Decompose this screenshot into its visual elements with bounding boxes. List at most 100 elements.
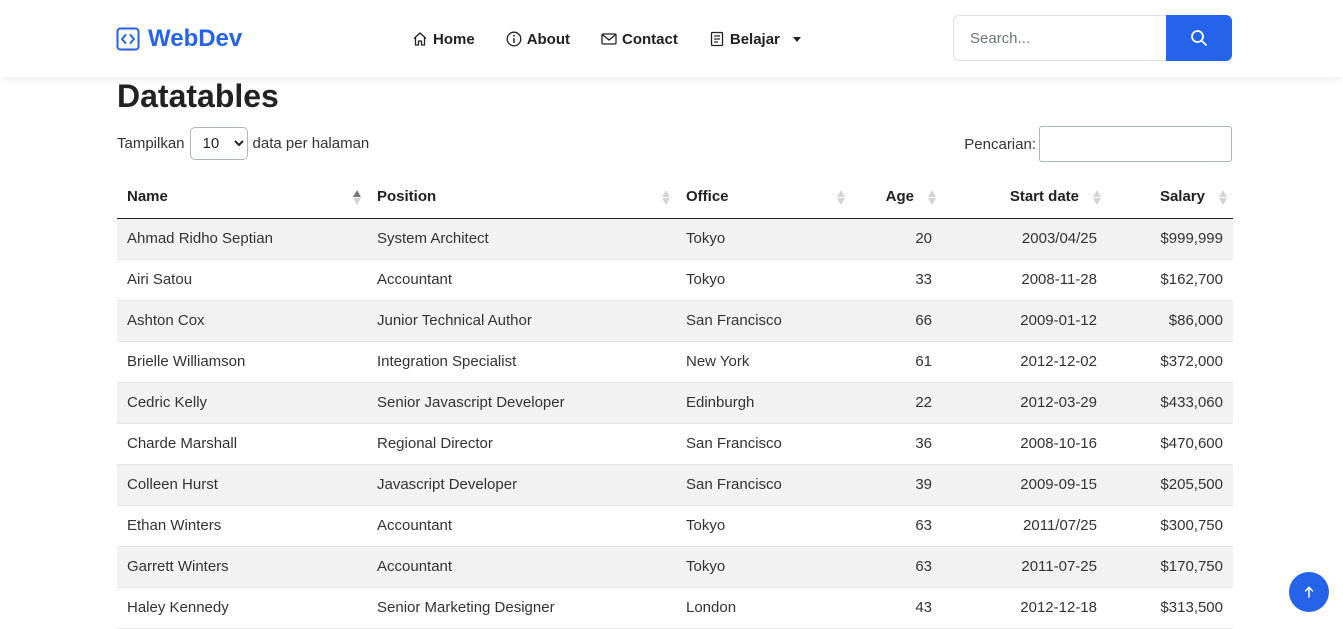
cell-position: Accountant <box>367 505 676 547</box>
table-row[interactable]: Airi Satou Accountant Tokyo 33 2008-11-2… <box>117 259 1233 301</box>
cell-position: Senior Javascript Developer <box>367 382 676 424</box>
cell-start-date: 2009-01-12 <box>942 300 1107 342</box>
sort-icon <box>928 188 936 206</box>
table-row[interactable]: Garrett Winters Accountant Tokyo 63 2011… <box>117 546 1233 588</box>
table-filter: Pencarian: <box>964 126 1232 162</box>
column-header-label: Position <box>377 188 437 206</box>
table-header-row: Name Position Office Age Start date Sala… <box>117 176 1233 219</box>
cell-start-date: 2008-10-16 <box>942 423 1107 465</box>
table-row[interactable]: Haley Kennedy Senior Marketing Designer … <box>117 587 1233 629</box>
cell-start-date: 2009-09-15 <box>942 464 1107 506</box>
filter-label: Pencarian: <box>964 135 1036 153</box>
cell-age: 22 <box>851 382 942 424</box>
cell-office: San Francisco <box>676 464 851 506</box>
page-length-select[interactable]: 10 <box>189 127 248 160</box>
scroll-to-top-button[interactable] <box>1289 572 1329 612</box>
table-row[interactable]: Ashton Cox Junior Technical Author San F… <box>117 300 1233 342</box>
table-row[interactable]: Charde Marshall Regional Director San Fr… <box>117 423 1233 465</box>
cell-salary: $999,999 <box>1107 218 1233 260</box>
sort-icon <box>662 188 670 206</box>
cell-age: 20 <box>851 218 942 260</box>
cell-name: Garrett Winters <box>117 546 367 588</box>
cell-age: 63 <box>851 505 942 547</box>
cell-name: Ethan Winters <box>117 505 367 547</box>
cell-name: Brielle Williamson <box>117 341 367 383</box>
code-icon <box>116 27 140 51</box>
column-header-name[interactable]: Name <box>117 176 367 219</box>
cell-office: Edinburgh <box>676 382 851 424</box>
cell-age: 33 <box>851 259 942 301</box>
home-icon <box>413 32 427 46</box>
cell-salary: $86,000 <box>1107 300 1233 342</box>
cell-office: Tokyo <box>676 505 851 547</box>
cell-position: Integration Specialist <box>367 341 676 383</box>
search-button[interactable] <box>1166 15 1232 61</box>
envelope-icon <box>601 33 617 45</box>
nav-home[interactable]: Home <box>412 31 475 48</box>
column-header-label: Office <box>686 188 729 206</box>
nav-contact-label: Contact <box>622 30 678 48</box>
chevron-down-icon <box>792 36 801 42</box>
cell-position: System Architect <box>367 218 676 260</box>
table-row[interactable]: Colleen Hurst Javascript Developer San F… <box>117 464 1233 506</box>
column-header-label: Name <box>127 188 168 206</box>
brand-logo[interactable]: WebDev <box>116 25 242 53</box>
cell-salary: $205,500 <box>1107 464 1233 506</box>
cell-office: Tokyo <box>676 259 851 301</box>
cell-age: 61 <box>851 341 942 383</box>
filter-input[interactable] <box>1039 126 1232 162</box>
column-header-age[interactable]: Age <box>851 176 942 219</box>
table-row[interactable]: Ahmad Ridho Septian System Architect Tok… <box>117 218 1233 260</box>
page-title: Datatables <box>117 78 279 114</box>
cell-office: Tokyo <box>676 546 851 588</box>
nav-about[interactable]: About <box>506 31 570 48</box>
column-header-label: Age <box>885 188 914 206</box>
cell-salary: $162,700 <box>1107 259 1233 301</box>
table-row[interactable]: Cedric Kelly Senior Javascript Developer… <box>117 382 1233 424</box>
cell-start-date: 2012-12-18 <box>942 587 1107 629</box>
search-icon <box>1191 30 1207 46</box>
length-prefix: Tampilkan <box>117 135 185 152</box>
sort-icon <box>1219 188 1227 206</box>
sort-asc-icon <box>353 188 361 206</box>
arrow-up-icon <box>1304 586 1314 598</box>
sort-icon <box>1093 188 1101 206</box>
journal-icon <box>710 31 724 47</box>
search-input[interactable] <box>953 15 1166 61</box>
nav-links: Home About Contact Belajar <box>412 28 801 50</box>
cell-start-date: 2008-11-28 <box>942 259 1107 301</box>
cell-name: Haley Kennedy <box>117 587 367 629</box>
column-header-start-date[interactable]: Start date <box>942 176 1107 219</box>
cell-start-date: 2003/04/25 <box>942 218 1107 260</box>
cell-office: Tokyo <box>676 218 851 260</box>
cell-start-date: 2012-03-29 <box>942 382 1107 424</box>
nav-contact[interactable]: Contact <box>601 31 678 48</box>
navbar: WebDev Home About Contact Belajar Search… <box>0 0 1343 77</box>
table-row[interactable]: Ethan Winters Accountant Tokyo 63 2011/0… <box>117 505 1233 547</box>
cell-office: San Francisco <box>676 423 851 465</box>
column-header-salary[interactable]: Salary <box>1107 176 1233 219</box>
cell-name: Colleen Hurst <box>117 464 367 506</box>
cell-salary: $313,500 <box>1107 587 1233 629</box>
cell-age: 36 <box>851 423 942 465</box>
table-row[interactable]: Brielle Williamson Integration Specialis… <box>117 341 1233 383</box>
cell-start-date: 2011-07-25 <box>942 546 1107 588</box>
cell-name: Airi Satou <box>117 259 367 301</box>
nav-belajar-label: Belajar <box>729 30 780 48</box>
nav-belajar-dropdown[interactable]: Belajar <box>709 31 801 48</box>
cell-position: Regional Director <box>367 423 676 465</box>
cell-salary: $300,750 <box>1107 505 1233 547</box>
cell-start-date: 2012-12-02 <box>942 341 1107 383</box>
cell-name: Ahmad Ridho Septian <box>117 218 367 260</box>
cell-age: 66 <box>851 300 942 342</box>
cell-position: Accountant <box>367 546 676 588</box>
cell-name: Ashton Cox <box>117 300 367 342</box>
column-header-office[interactable]: Office <box>676 176 851 219</box>
cell-office: San Francisco <box>676 300 851 342</box>
column-header-position[interactable]: Position <box>367 176 676 219</box>
cell-start-date: 2011/07/25 <box>942 505 1107 547</box>
cell-name: Charde Marshall <box>117 423 367 465</box>
cell-age: 63 <box>851 546 942 588</box>
sort-icon <box>837 188 845 206</box>
column-header-label: Salary <box>1159 188 1205 206</box>
